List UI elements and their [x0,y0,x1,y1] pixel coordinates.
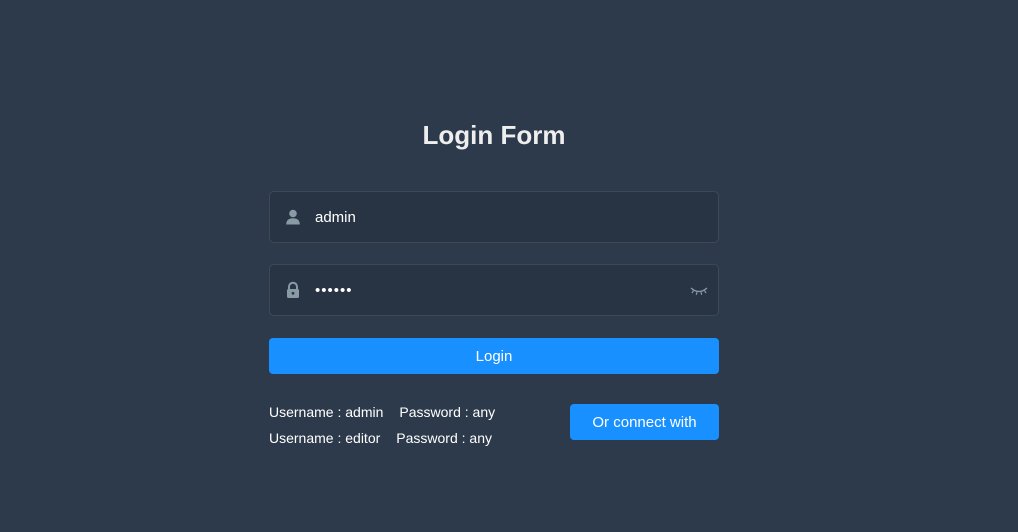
credential-tips: Username : admin Password : any Username … [269,402,495,454]
password-input[interactable] [315,265,685,315]
username-input[interactable] [315,192,685,242]
connect-with-button[interactable]: Or connect with [570,404,719,440]
password-field[interactable] [269,264,719,316]
user-icon [284,208,302,226]
tip-password: Password : any [399,404,496,420]
login-form: Login Form admin Login Username: admin … [269,118,719,446]
tip-username: Username : editor [269,430,381,446]
page-title: Login Form [422,120,566,150]
login-button[interactable]: Login [269,338,719,374]
login-page: Login Form admin Login Username: admin … [0,0,1018,532]
tip-row-admin: Username : admin Password : any [269,402,495,428]
tip-username: Username : admin [269,404,384,420]
tip-row-editor: Username : editor Password : any [269,428,495,454]
tip-password: Password : any [396,430,492,446]
username-field[interactable] [269,191,719,243]
lock-icon [284,281,302,299]
eye-closed-icon[interactable] [689,282,709,298]
